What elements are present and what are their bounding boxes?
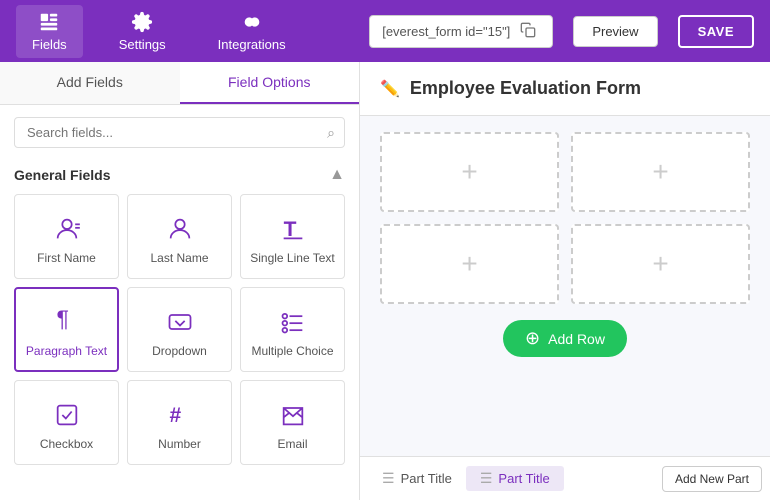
field-card-multiple-choice[interactable]: Multiple Choice [240, 287, 345, 372]
fields-grid: First Name Last Name T Single Line Text [0, 194, 359, 465]
shortcode-text: [everest_form id="15"] [382, 24, 510, 39]
drag-icon-2: ☰ [480, 470, 493, 487]
field-card-first-name[interactable]: First Name [14, 194, 119, 279]
add-row-label: Add Row [548, 331, 605, 347]
field-last-name-label: Last Name [150, 251, 208, 265]
preview-button[interactable]: Preview [573, 16, 657, 47]
field-paragraph-label: Paragraph Text [26, 344, 107, 358]
field-card-number[interactable]: # Number [127, 380, 232, 465]
save-button[interactable]: SAVE [678, 15, 754, 48]
nav-item-fields[interactable]: Fields [16, 5, 83, 58]
add-row-button[interactable]: ⊕ Add Row [503, 320, 627, 357]
field-card-email[interactable]: Email [240, 380, 345, 465]
field-card-checkbox[interactable]: Checkbox [14, 380, 119, 465]
bottom-tab-part1[interactable]: ☰ Part Title [368, 466, 466, 491]
add-row-plus-icon: ⊕ [525, 328, 540, 349]
bottom-tab-part2[interactable]: ☰ Part Title [466, 466, 564, 491]
plus-icon: + [652, 248, 668, 280]
form-canvas: + + + + ⊕ Add Row [360, 116, 770, 456]
drop-zone-1-1[interactable]: + [380, 132, 559, 212]
svg-text:#: # [169, 404, 181, 427]
section-chevron-icon[interactable]: ▲ [329, 166, 345, 184]
svg-text:¶: ¶ [56, 308, 69, 332]
shortcode-box: [everest_form id="15"] [369, 15, 553, 48]
main-layout: Add Fields Field Options ⌕ General Field… [0, 62, 770, 500]
copy-shortcode-button[interactable] [516, 22, 540, 41]
bottom-tab-part1-label: Part Title [401, 471, 452, 486]
plus-icon: + [461, 156, 477, 188]
field-single-line-label: Single Line Text [250, 251, 335, 265]
form-row-1: + + [380, 132, 750, 212]
field-card-last-name[interactable]: Last Name [127, 194, 232, 279]
add-new-part-button[interactable]: Add New Part [662, 466, 762, 492]
field-first-name-label: First Name [37, 251, 96, 265]
field-number-label: Number [158, 437, 201, 451]
field-dropdown-label: Dropdown [152, 344, 207, 358]
search-box: ⌕ [14, 117, 345, 148]
field-checkbox-label: Checkbox [40, 437, 93, 451]
field-card-single-line[interactable]: T Single Line Text [240, 194, 345, 279]
field-email-label: Email [277, 437, 307, 451]
top-nav: Fields Settings Integrations [everest_fo… [0, 0, 770, 62]
tab-add-fields[interactable]: Add Fields [0, 62, 180, 104]
field-card-dropdown[interactable]: Dropdown [127, 287, 232, 372]
right-panel: ✏️ Employee Evaluation Form + + + + [360, 62, 770, 500]
tab-field-options[interactable]: Field Options [180, 62, 360, 104]
drop-zone-2-1[interactable]: + [380, 224, 559, 304]
bottom-tabs: ☰ Part Title ☰ Part Title Add New Part [360, 456, 770, 500]
nav-item-integrations[interactable]: Integrations [202, 5, 302, 58]
drop-zone-1-2[interactable]: + [571, 132, 750, 212]
field-multiple-choice-label: Multiple Choice [251, 344, 333, 358]
field-card-paragraph[interactable]: ¶ Paragraph Text [14, 287, 119, 372]
bottom-tab-part2-label: Part Title [498, 471, 549, 486]
search-input[interactable] [14, 117, 345, 148]
section-header: General Fields ▲ [0, 160, 359, 194]
form-row-2: + + [380, 224, 750, 304]
plus-icon: + [652, 156, 668, 188]
form-title: Employee Evaluation Form [410, 78, 641, 99]
tabs-row: Add Fields Field Options [0, 62, 359, 105]
plus-icon: + [461, 248, 477, 280]
nav-fields-label: Fields [32, 37, 67, 52]
section-title: General Fields [14, 167, 110, 183]
drop-zone-2-2[interactable]: + [571, 224, 750, 304]
nav-integrations-label: Integrations [218, 37, 286, 52]
left-panel: Add Fields Field Options ⌕ General Field… [0, 62, 360, 500]
search-icon: ⌕ [327, 124, 335, 141]
form-edit-icon: ✏️ [380, 79, 400, 99]
nav-settings-label: Settings [119, 37, 166, 52]
form-header: ✏️ Employee Evaluation Form [360, 62, 770, 116]
drag-icon-1: ☰ [382, 470, 395, 487]
nav-item-settings[interactable]: Settings [103, 5, 182, 58]
